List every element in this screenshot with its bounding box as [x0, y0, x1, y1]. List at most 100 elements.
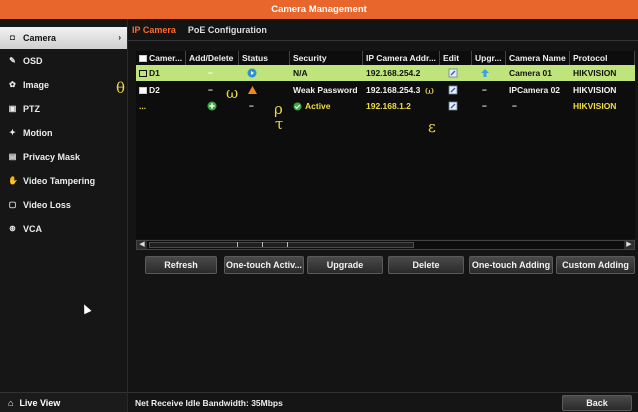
camera-name: IPCamera 02 — [509, 85, 561, 95]
channel-label: ... — [139, 101, 147, 111]
sidebar-item-label: Video Tampering — [23, 176, 96, 186]
select-all-checkbox[interactable] — [139, 54, 147, 62]
header-label: Camer... — [149, 53, 183, 63]
back-button[interactable]: Back — [562, 395, 632, 411]
edit-icon[interactable] — [440, 82, 472, 98]
refresh-button[interactable]: Refresh — [145, 256, 217, 274]
header-channel[interactable]: Camer... — [136, 51, 186, 65]
sidebar-item-motion[interactable]: ✦ Motion — [0, 122, 127, 144]
header-protocol[interactable]: Protocol — [570, 51, 635, 65]
image-icon: ✿ — [9, 80, 16, 89]
sidebar-item-label: Video Loss — [23, 200, 71, 210]
sidebar-item-label: Privacy Mask — [23, 152, 81, 162]
sidebar-item-label: VCA — [23, 224, 43, 234]
tab-ip-camera[interactable]: IP Camera — [132, 19, 176, 40]
bandwidth-status: Net Receive Idle Bandwidth: 35Mbps — [135, 397, 283, 408]
scroll-right-icon[interactable]: ▶ — [624, 241, 634, 249]
one-touch-activate-button[interactable]: One-touch Activ... — [224, 256, 304, 274]
header-camera-name[interactable]: Camera Name — [506, 51, 570, 65]
upgrade-icon[interactable] — [472, 65, 506, 81]
live-view-button[interactable]: ⌂ Live View — [0, 392, 127, 412]
overlay-glyph: θ — [116, 79, 126, 97]
edit-icon[interactable] — [440, 65, 472, 81]
sidebar-item-label: Camera — [23, 33, 57, 43]
sidebar-item-label: Image — [23, 80, 50, 90]
play-icon[interactable] — [239, 65, 290, 81]
security-value: Weak Password — [293, 85, 358, 95]
security-value: N/A — [293, 68, 308, 78]
upgrade-value: − — [482, 101, 487, 111]
header-upgrade[interactable]: Upgr... — [472, 51, 506, 65]
header-add-delete[interactable]: Add/Delete — [186, 51, 239, 65]
ip-address: 192.168.254.2 — [366, 68, 421, 78]
security-status: Active — [290, 98, 363, 114]
osd-icon: ✎ — [9, 56, 16, 65]
one-touch-adding-button[interactable]: One-touch Adding — [469, 256, 553, 274]
security-value: Active — [305, 101, 331, 111]
live-view-label: Live View — [19, 397, 61, 408]
upgrade-button[interactable]: Upgrade — [307, 256, 383, 274]
sidebar-item-vca[interactable]: ⊛ VCA — [0, 218, 127, 240]
scroll-left-icon[interactable]: ◀ — [137, 241, 147, 249]
horizontal-scrollbar[interactable]: ◀ ▶ — [136, 240, 635, 250]
header-ip-address[interactable]: IP Camera Addr... — [363, 51, 440, 65]
sidebar-item-label: Motion — [23, 128, 53, 138]
scroll-tick — [262, 242, 263, 247]
scroll-tick — [287, 242, 288, 247]
sidebar-item-label: OSD — [23, 56, 43, 66]
protocol: HIKVISION — [573, 68, 617, 78]
sidebar-item-ptz[interactable]: ▣ PTZ — [0, 98, 127, 120]
header-edit[interactable]: Edit — [440, 51, 472, 65]
tab-poe-configuration[interactable]: PoE Configuration — [188, 19, 267, 40]
row-checkbox[interactable] — [139, 86, 147, 94]
table-header: Camer... Add/Delete Status Security IP C… — [136, 51, 635, 65]
main-panel: IP Camera PoE Configuration Camer... Add… — [128, 19, 638, 412]
sidebar-item-video-tampering[interactable]: ✋ Video Tampering — [0, 170, 127, 192]
edit-icon[interactable] — [440, 98, 472, 114]
sidebar-item-image[interactable]: ✿ Image — [0, 74, 127, 96]
sidebar: ◘ Camera › ✎ OSD ✿ Image ▣ PTZ ✦ Motion … — [0, 19, 128, 412]
table-row[interactable]: D1 − N/A 192.168.254.2 Camera 01 HIKVISI… — [136, 65, 635, 81]
delete-button[interactable]: Delete — [388, 256, 464, 274]
channel-label: D1 — [149, 68, 160, 78]
scroll-thumb[interactable] — [149, 242, 414, 248]
channel-label: D2 — [149, 85, 160, 95]
check-icon — [293, 102, 302, 110]
ip-camera-table: Camer... Add/Delete Status Security IP C… — [136, 51, 635, 239]
sidebar-item-privacy-mask[interactable]: ▤ Privacy Mask — [0, 146, 127, 168]
scroll-tick — [237, 242, 238, 247]
status-bar: Net Receive Idle Bandwidth: 35Mbps Back — [128, 392, 638, 412]
sidebar-item-camera[interactable]: ◘ Camera › — [0, 27, 127, 49]
ptz-icon: ▣ — [8, 104, 17, 113]
camera-icon: ◘ — [10, 33, 15, 42]
privacy-mask-icon: ▤ — [8, 152, 17, 161]
motion-icon: ✦ — [9, 128, 16, 137]
protocol: HIKVISION — [573, 101, 617, 111]
overlay-glyph: ω — [226, 84, 239, 102]
window-title: Camera Management — [0, 0, 638, 19]
protocol: HIKVISION — [573, 85, 617, 95]
channel-cell: D2 — [136, 82, 186, 98]
vca-icon: ⊛ — [9, 224, 16, 233]
tab-bar: IP Camera PoE Configuration — [128, 19, 638, 41]
delete-button[interactable]: − — [186, 65, 239, 81]
warning-icon — [239, 82, 290, 98]
table-row[interactable]: ... − Active 192.168.1.2 − − HIKVISION — [136, 98, 635, 114]
custom-adding-button[interactable]: Custom Adding — [556, 256, 635, 274]
ip-address: 192.168.1.2 — [366, 101, 411, 111]
chevron-right-icon: › — [118, 33, 121, 42]
header-security[interactable]: Security — [290, 51, 363, 65]
camera-name: − — [512, 101, 517, 111]
home-icon: ⌂ — [8, 397, 14, 408]
camera-name: Camera 01 — [509, 68, 553, 78]
header-status[interactable]: Status — [239, 51, 290, 65]
sidebar-item-label: PTZ — [23, 104, 40, 114]
video-tampering-icon: ✋ — [8, 176, 18, 185]
row-checkbox[interactable] — [139, 69, 147, 77]
table-row[interactable]: D2 − Weak Password 192.168.254.3 − IPCam… — [136, 82, 635, 98]
mouse-cursor-icon — [80, 302, 92, 315]
upgrade-value: − — [482, 85, 487, 95]
sidebar-item-osd[interactable]: ✎ OSD — [0, 50, 127, 72]
sidebar-item-video-loss[interactable]: ▢ Video Loss — [0, 194, 127, 216]
overlay-glyph: τ — [275, 115, 284, 133]
